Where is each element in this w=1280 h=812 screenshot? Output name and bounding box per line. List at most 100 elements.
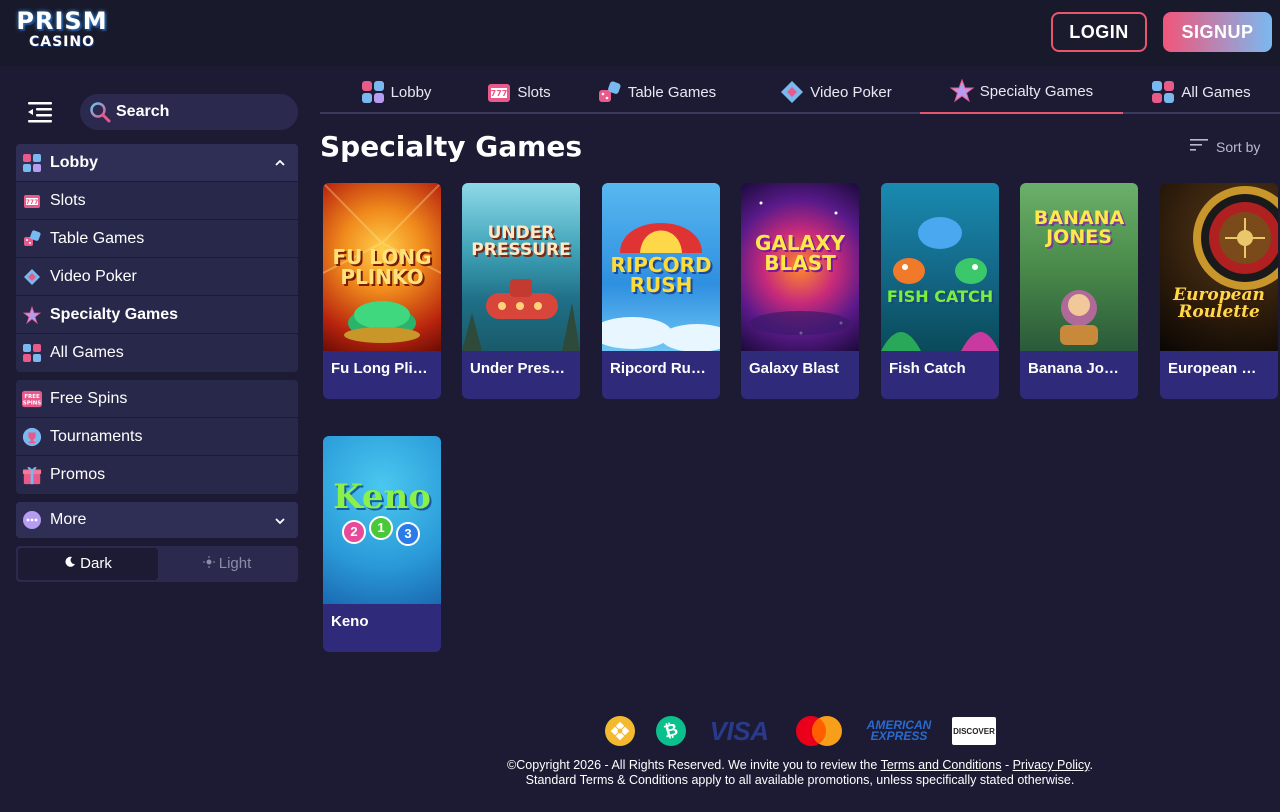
- game-card-ripcord-rush[interactable]: RIPCORD RUSH Ripcord Ru…: [602, 183, 720, 399]
- tab-slots[interactable]: 777 Slots: [470, 70, 568, 114]
- sun-icon: [202, 548, 215, 580]
- sidebar-item-table-games[interactable]: Table Games: [16, 220, 298, 258]
- tab-label: Lobby: [390, 83, 432, 101]
- sidebar-item-label: Specialty Games: [50, 305, 179, 323]
- table-games-icon: [598, 80, 622, 104]
- game-name: Fish Catch: [889, 360, 966, 377]
- search-button[interactable]: Search: [80, 94, 298, 130]
- privacy-policy-link[interactable]: Privacy Policy: [1013, 758, 1090, 772]
- terms-link[interactable]: Terms and Conditions: [881, 758, 1002, 772]
- logo-subtitle: CASINO: [28, 34, 96, 50]
- sidebar-item-lobby[interactable]: Lobby: [16, 144, 298, 182]
- game-card-fu-long-plinko[interactable]: FU LONG PLINKO Fu Long Pli…: [323, 183, 441, 399]
- search-label: Search: [116, 103, 170, 120]
- sidebar-item-tournaments[interactable]: Tournaments: [16, 418, 298, 456]
- payment-methods: ₿ VISA AMERICAN EXPRESS DISCOVER: [600, 714, 1000, 748]
- video-poker-icon: [780, 80, 804, 104]
- slots-icon: 777: [22, 191, 42, 211]
- light-theme-button[interactable]: Light: [158, 548, 296, 580]
- tab-label: Video Poker: [810, 83, 892, 101]
- specialty-games-icon: [22, 305, 42, 325]
- sidebar-item-label: Video Poker: [50, 267, 137, 285]
- svg-text:777: 777: [491, 89, 508, 98]
- discover-text: DISCOVER: [953, 726, 995, 736]
- sort-by-button[interactable]: Sort by: [1190, 138, 1260, 155]
- all-games-icon: [1151, 80, 1175, 104]
- keno-balls: 2 1 3: [342, 516, 422, 546]
- moon-icon: [64, 548, 76, 580]
- keno-ball: 2: [342, 520, 366, 544]
- sidebar-item-more[interactable]: More: [16, 502, 298, 538]
- game-thumbnail: BANANA JONES: [1020, 183, 1138, 351]
- bitcoin-cash-icon: ₿: [655, 714, 687, 748]
- login-button[interactable]: LOGIN: [1051, 12, 1147, 52]
- mastercard-logo: [793, 714, 845, 748]
- game-card-galaxy-blast[interactable]: GALAXY BLAST Galaxy Blast: [741, 183, 859, 399]
- game-card-under-pressure[interactable]: UNDER PRESSURE Under Pres…: [462, 183, 580, 399]
- visa-logo: VISA: [706, 714, 772, 748]
- promotions-disclaimer: Standard Terms & Conditions apply to all…: [525, 773, 1075, 787]
- sidebar-item-specialty-games[interactable]: Specialty Games: [16, 296, 298, 334]
- game-name: Galaxy Blast: [749, 360, 840, 377]
- sidebar-item-all-games[interactable]: All Games: [16, 334, 298, 372]
- game-art-title: Keno: [333, 477, 431, 517]
- dark-theme-button[interactable]: Dark: [18, 548, 158, 580]
- sidebar-item-label: More: [50, 511, 87, 528]
- game-thumbnail: Keno 2 1 3: [323, 436, 441, 604]
- sort-by-label: Sort by: [1216, 138, 1261, 155]
- sidebar-item-promos[interactable]: Promos: [16, 456, 298, 494]
- chevron-up-icon[interactable]: [274, 156, 286, 168]
- game-card-keno[interactable]: Keno 2 1 3 Keno: [323, 436, 441, 652]
- sidebar-item-label: Table Games: [50, 229, 145, 247]
- tab-label: All Games: [1181, 83, 1251, 101]
- tab-table-games[interactable]: Table Games: [592, 70, 722, 114]
- game-thumbnail: UNDER PRESSURE: [462, 183, 580, 351]
- tab-specialty-games[interactable]: Specialty Games: [920, 70, 1123, 114]
- link-separator: -: [1001, 758, 1013, 772]
- sidebar-item-label: Slots: [50, 191, 86, 209]
- sidebar-item-free-spins[interactable]: FREE SPINS Free Spins: [16, 380, 298, 418]
- tab-lobby[interactable]: Lobby: [334, 70, 458, 114]
- sidebar-item-label: Free Spins: [50, 389, 128, 407]
- discover-logo: DISCOVER: [952, 714, 996, 748]
- svg-text:SPINS: SPINS: [23, 400, 41, 406]
- copyright-line: ©Copyright 2026 - All Rights Reserved. W…: [440, 758, 1160, 773]
- sidebar-item-video-poker[interactable]: Video Poker: [16, 258, 298, 296]
- chevron-down-icon[interactable]: [274, 514, 286, 526]
- footer-copyright: ©Copyright 2026 - All Rights Reserved. W…: [440, 758, 1160, 788]
- tab-video-poker[interactable]: Video Poker: [766, 70, 906, 114]
- search-icon: [89, 101, 111, 123]
- sidebar-item-label: Lobby: [50, 153, 98, 171]
- signup-button[interactable]: SIGNUP: [1163, 12, 1272, 52]
- svg-text:FREE: FREE: [24, 394, 40, 400]
- keno-ball: 3: [396, 522, 420, 546]
- tab-all-games[interactable]: All Games: [1150, 70, 1252, 114]
- video-poker-icon: [22, 267, 42, 287]
- prism-casino-logo[interactable]: PRISM CASINO: [16, 8, 108, 58]
- game-thumbnail: GALAXY BLAST: [741, 183, 859, 351]
- tab-label: Table Games: [627, 83, 717, 101]
- game-art-title: BANANA JONES: [1033, 207, 1125, 248]
- game-art-title: European Roulette: [1173, 285, 1265, 322]
- game-name: Under Pres…: [470, 360, 566, 377]
- lobby-icon: [361, 80, 385, 104]
- game-name: Keno: [331, 613, 369, 630]
- game-thumbnail: FISH CATCH: [881, 183, 999, 351]
- tab-label: Specialty Games: [979, 82, 1094, 100]
- game-art-title: UNDER PRESSURE: [471, 223, 571, 260]
- game-name: Fu Long Pli…: [331, 360, 428, 377]
- lobby-icon: [22, 153, 42, 173]
- game-thumbnail: FU LONG PLINKO: [323, 183, 441, 351]
- keno-ball: 1: [369, 516, 393, 540]
- game-card-fish-catch[interactable]: FISH CATCH Fish Catch: [881, 183, 999, 399]
- american-express-logo: AMERICAN EXPRESS: [862, 714, 936, 748]
- amex-text-bottom: EXPRESS: [870, 729, 928, 743]
- sidebar-item-slots[interactable]: 777 Slots: [16, 182, 298, 220]
- tab-label: Slots: [517, 83, 551, 101]
- game-card-banana-jones[interactable]: BANANA JONES Banana Jo…: [1020, 183, 1138, 399]
- collapse-menu-icon[interactable]: [26, 100, 54, 124]
- logo-wordmark: PRISM: [16, 7, 108, 35]
- all-games-icon: [22, 343, 42, 363]
- game-card-european-roulette[interactable]: European Roulette European …: [1160, 183, 1278, 399]
- gift-icon: [22, 465, 42, 485]
